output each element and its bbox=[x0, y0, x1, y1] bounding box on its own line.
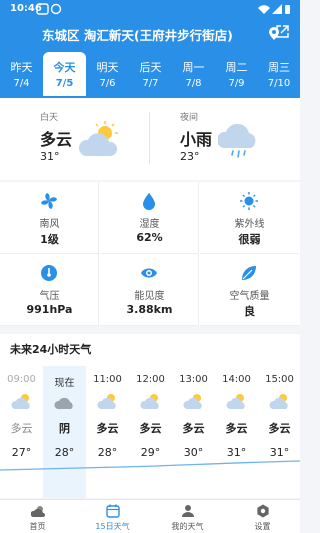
detail-visibility: 能见度 3.88km bbox=[100, 254, 199, 326]
air-quality-value: 良 bbox=[244, 305, 255, 318]
hourly-time: 15:00 bbox=[265, 374, 294, 385]
hourly-time: 13:00 bbox=[179, 374, 208, 385]
partly-cloudy-icon bbox=[97, 394, 116, 409]
night-label: 夜间 bbox=[180, 113, 199, 123]
detail-air-quality: 空气质量 良 bbox=[200, 254, 299, 326]
daytime-label: 白天 bbox=[40, 113, 59, 123]
wind-value: 1级 bbox=[40, 233, 59, 246]
light-rain-icon bbox=[218, 123, 256, 158]
humidity-label: 湿度 bbox=[139, 219, 160, 230]
nav-home[interactable]: 首页 bbox=[0, 500, 75, 533]
pressure-value: 991hPa bbox=[26, 303, 73, 316]
air-quality-icon bbox=[242, 266, 256, 280]
detail-wind: 南风 1级 bbox=[0, 182, 99, 254]
day-tab-yesterday[interactable]: 昨天 7/4 bbox=[0, 52, 43, 96]
wind-label: 南风 bbox=[39, 219, 60, 230]
partly-cloudy-icon bbox=[269, 394, 288, 409]
hourly-time: 12:00 bbox=[136, 374, 165, 385]
partly-cloudy-icon bbox=[183, 394, 202, 409]
nav-my-weather-label: 我的天气 bbox=[171, 522, 204, 531]
detail-pressure: 气压 991hPa bbox=[0, 254, 99, 326]
day-tabs: 昨天 7/4 今天 7/5 明天 7/6 后天 7/7 周一 7/8 周二 7/9 周三 7/… bbox=[0, 52, 300, 96]
visibility-value: 3.88km bbox=[126, 303, 173, 316]
overcast-icon bbox=[54, 397, 73, 409]
calendar-icon bbox=[106, 504, 120, 518]
day-tab-today[interactable]: 今天 7/5 bbox=[43, 52, 86, 96]
detail-uv: 紫外线 很弱 bbox=[200, 182, 299, 254]
detail-humidity: 湿度 62% bbox=[100, 182, 199, 254]
hourly-time: 11:00 bbox=[93, 374, 122, 385]
day-tab-tue[interactable]: 周二 7/9 bbox=[215, 52, 258, 96]
bottom-nav: 首页 15日天气 我的天气 设置 bbox=[0, 499, 300, 533]
settings-icon bbox=[257, 504, 269, 518]
humidity-icon bbox=[143, 193, 155, 210]
day-tab-mon[interactable]: 周一 7/8 bbox=[172, 52, 215, 96]
day-tab-day-after[interactable]: 后天 7/7 bbox=[129, 52, 172, 96]
partly-cloudy-icon bbox=[140, 394, 159, 409]
wind-icon bbox=[41, 193, 57, 209]
daytime-condition: 多云 bbox=[40, 130, 73, 149]
night-condition: 小雨 bbox=[180, 130, 213, 149]
notification-icon bbox=[36, 3, 49, 15]
daytime-panel: 白天 多云 31° bbox=[0, 98, 150, 180]
notification-icon bbox=[50, 3, 62, 15]
hourly-time: 09:00 bbox=[7, 374, 36, 385]
share-icon[interactable] bbox=[274, 24, 290, 40]
uv-value: 很弱 bbox=[238, 233, 261, 246]
visibility-icon bbox=[141, 268, 157, 278]
humidity-value: 62% bbox=[136, 231, 163, 244]
temperature-curve bbox=[0, 460, 300, 471]
location-bar[interactable]: 东城区 淘汇新天(王府井步行街店) bbox=[0, 22, 300, 46]
hourly-time: 14:00 bbox=[222, 374, 251, 385]
nav-my-weather[interactable]: 我的天气 bbox=[150, 500, 225, 533]
header: 10:46 东城区 淘汇新天(王府井步行街店) 昨天 7/4 今天 7/5 明天 7/… bbox=[0, 0, 300, 98]
partly-cloudy-icon bbox=[78, 121, 118, 156]
partly-cloudy-icon bbox=[11, 394, 30, 409]
nav-settings[interactable]: 设置 bbox=[225, 500, 300, 533]
uv-label: 紫外线 bbox=[234, 219, 265, 230]
night-panel: 夜间 小雨 23° bbox=[140, 98, 290, 180]
pressure-icon bbox=[41, 265, 57, 281]
user-icon bbox=[182, 505, 194, 517]
air-quality-label: 空气质量 bbox=[229, 291, 270, 302]
nav-15day-label: 15日天气 bbox=[95, 522, 130, 531]
hourly-time: 现在 bbox=[54, 378, 75, 389]
nav-15day[interactable]: 15日天气 bbox=[75, 500, 150, 533]
location-name[interactable]: 东城区 淘汇新天(王府井步行街店) bbox=[42, 25, 233, 44]
status-bar: 10:46 bbox=[0, 0, 300, 18]
nav-settings-label: 设置 bbox=[254, 522, 271, 531]
home-weather-icon bbox=[31, 506, 45, 517]
nav-home-label: 首页 bbox=[29, 522, 46, 531]
today-summary: 白天 多云 31° 夜间 小雨 23° bbox=[0, 98, 300, 180]
uv-icon bbox=[240, 192, 258, 210]
day-tab-tomorrow[interactable]: 明天 7/6 bbox=[86, 52, 129, 96]
weather-details-grid: 南风 1级 湿度 62% 紫外线 很弱 气压 991hPa 能见度 3.88km… bbox=[0, 182, 300, 326]
visibility-label: 能见度 bbox=[134, 291, 165, 302]
night-temp: 23° bbox=[180, 150, 200, 163]
pressure-label: 气压 bbox=[39, 291, 60, 302]
daytime-temp: 31° bbox=[40, 150, 60, 163]
partly-cloudy-icon bbox=[226, 394, 245, 409]
signal-battery-icon bbox=[258, 4, 290, 14]
day-tab-wed[interactable]: 周三 7/10 bbox=[258, 52, 300, 96]
